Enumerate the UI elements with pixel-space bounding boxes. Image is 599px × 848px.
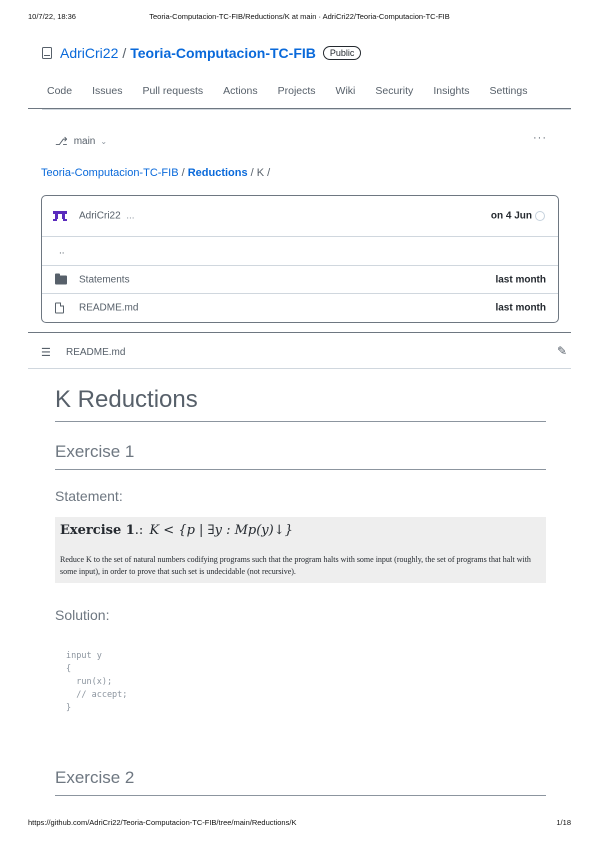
tab-insights[interactable]: Insights (433, 80, 469, 109)
solution-heading: Solution: (55, 607, 110, 623)
print-page-number: 1/18 (556, 818, 571, 827)
tab-settings[interactable]: Settings (490, 80, 528, 109)
readme-header: ☰ README.md ✎ (28, 339, 571, 369)
history-icon[interactable] (535, 211, 545, 221)
math-title: Exercise 1.: K < {p | ∃y : Mp(y)↓} (60, 523, 293, 538)
tab-issues[interactable]: Issues (92, 80, 122, 109)
branch-selector[interactable]: ⎇ main ⌄ ··· (55, 132, 547, 148)
math-text: Reduce K to the set of natural numbers c… (60, 555, 531, 576)
print-url: https://github.com/AdriCri22/Teoria-Comp… (28, 818, 297, 827)
repo-separator: / (122, 45, 127, 61)
breadcrumb-current: / K / (247, 167, 271, 179)
breadcrumb-separator: / (178, 167, 188, 179)
branch-name: main (73, 135, 96, 147)
repo-icon (42, 47, 52, 59)
list-icon[interactable]: ☰ (41, 346, 51, 359)
list-item[interactable]: Statements last month (42, 265, 558, 293)
parent-dir-row[interactable]: .. (42, 236, 558, 265)
tab-wiki[interactable]: Wiki (336, 80, 356, 109)
file-icon (55, 302, 64, 313)
pencil-icon[interactable]: ✎ (557, 344, 567, 358)
folder-icon (55, 273, 67, 284)
more-options-icon[interactable]: ··· (533, 132, 547, 144)
code-block: input y { run(x); // accept; } (66, 651, 128, 713)
statement-heading: Statement: (55, 488, 123, 504)
repo-nav: Code Issues Pull requests Actions Projec… (42, 80, 571, 110)
exercise-2-heading: Exercise 2 (55, 768, 546, 796)
latest-commit-row: AdriCri22 ... on 4 Jun (42, 196, 558, 236)
visibility-badge: Public (322, 46, 362, 60)
print-header: 10/7/22, 18:36 Teoria-Computacion-TC-FIB… (28, 12, 571, 24)
file-time: last month (495, 302, 546, 313)
commit-author[interactable]: AdriCri22 ... (79, 211, 135, 222)
readme-filename: README.md (66, 347, 126, 358)
breadcrumb: Teoria-Computacion-TC-FIB / Reductions /… (41, 167, 270, 179)
file-name[interactable]: Statements (79, 274, 130, 285)
list-item[interactable]: README.md last month (42, 293, 558, 321)
commit-time: on 4 Jun (490, 210, 532, 222)
git-branch-icon: ⎇ (55, 135, 68, 148)
readme-title: K Reductions (55, 386, 546, 422)
nav-divider (28, 108, 571, 109)
file-name[interactable]: README.md (79, 302, 138, 313)
repo-header: AdriCri22 / Teoria-Computacion-TC-FIB Pu… (42, 43, 557, 63)
commit-message[interactable]: ... (126, 211, 134, 222)
math-suffix: .: (134, 523, 144, 538)
tab-pull-requests[interactable]: Pull requests (142, 80, 203, 109)
parent-dir-link[interactable]: .. (59, 246, 65, 257)
tab-code[interactable]: Code (47, 80, 72, 109)
breadcrumb-dir-link[interactable]: Reductions (188, 167, 248, 179)
math-formula: K < {p | ∃y : Mp(y)↓} (149, 523, 293, 538)
repo-owner-link[interactable]: AdriCri22 (60, 45, 118, 61)
file-list: AdriCri22 ... on 4 Jun .. Statements las… (41, 195, 559, 323)
file-time: last month (495, 274, 546, 285)
avatar[interactable] (53, 211, 67, 221)
breadcrumb-repo-link[interactable]: Teoria-Computacion-TC-FIB (41, 167, 179, 179)
print-title: Teoria-Computacion-TC-FIB/Reductions/K a… (149, 12, 450, 21)
tab-actions[interactable]: Actions (223, 80, 257, 109)
divider (28, 332, 571, 333)
tab-security[interactable]: Security (375, 80, 413, 109)
repo-name-link[interactable]: Teoria-Computacion-TC-FIB (130, 45, 316, 61)
exercise-1-heading: Exercise 1 (55, 442, 546, 470)
print-footer: https://github.com/AdriCri22/Teoria-Comp… (28, 818, 571, 830)
chevron-down-icon: ⌄ (100, 136, 108, 146)
math-statement-image: Exercise 1.: K < {p | ∃y : Mp(y)↓} Reduc… (55, 517, 546, 583)
tab-projects[interactable]: Projects (278, 80, 316, 109)
